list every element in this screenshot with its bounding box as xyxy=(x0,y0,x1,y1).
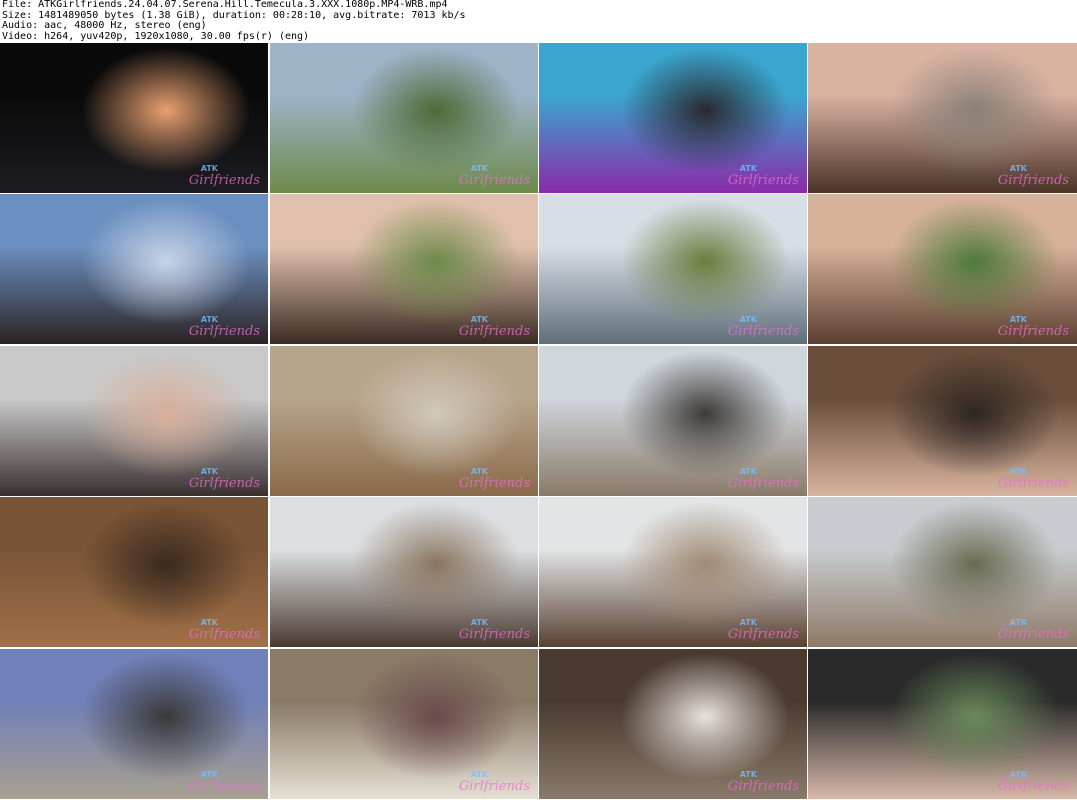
atk-girlfriends-watermark: ATK Girlfriends xyxy=(728,617,799,641)
atk-girlfriends-watermark: ATK Girlfriends xyxy=(189,769,260,793)
watermark-script: Girlfriends xyxy=(458,173,530,188)
thumbnail-woman-closeup-valley: ATK Girlfriends xyxy=(808,43,1077,193)
atk-girlfriends-watermark: ATK Girlfriends xyxy=(189,314,260,338)
thumbnail-donkeys-in-pen: ATK Girlfriends xyxy=(808,497,1077,647)
atk-girlfriends-watermark: ATK Girlfriends xyxy=(189,466,260,490)
watermark-script: Girlfriends xyxy=(727,476,799,491)
atk-girlfriends-watermark: ATK Girlfriends xyxy=(998,769,1069,793)
watermark-script: Girlfriends xyxy=(188,324,260,339)
thumbnail-woman-in-car: ATK Girlfriends xyxy=(0,346,268,496)
atk-girlfriends-watermark: ATK Girlfriends xyxy=(459,314,530,338)
thumbnail-blurred-green-field: ATK Girlfriends xyxy=(270,43,538,193)
watermark-script: Girlfriends xyxy=(188,476,260,491)
watermark-script: Girlfriends xyxy=(458,779,530,794)
watermark-script: Girlfriends xyxy=(727,779,799,794)
watermark-script: Girlfriends xyxy=(997,324,1069,339)
atk-girlfriends-watermark: ATK Girlfriends xyxy=(189,163,260,187)
thumbnail-woman-palm-tree: ATK Girlfriends xyxy=(808,194,1077,344)
atk-girlfriends-watermark: ATK Girlfriends xyxy=(459,769,530,793)
atk-girlfriends-watermark: ATK Girlfriends xyxy=(998,314,1069,338)
thumbnail-woman-bookshelf-room: ATK Girlfriends xyxy=(808,346,1077,496)
watermark-script: Girlfriends xyxy=(458,324,530,339)
atk-girlfriends-watermark: ATK Girlfriends xyxy=(998,466,1069,490)
thumbnail-legs-on-bench: ATK Girlfriends xyxy=(539,649,807,799)
atk-girlfriends-watermark: ATK Girlfriends xyxy=(189,617,260,641)
watermark-script: Girlfriends xyxy=(458,476,530,491)
thumbnail-camera-in-balloon-basket: ATK Girlfriends xyxy=(0,194,268,344)
watermark-script: Girlfriends xyxy=(997,173,1069,188)
watermark-script: Girlfriends xyxy=(188,173,260,188)
atk-girlfriends-watermark: ATK Girlfriends xyxy=(459,617,530,641)
thumbnail-woman-profile-fence: ATK Girlfriends xyxy=(539,497,807,647)
atk-girlfriends-watermark: ATK Girlfriends xyxy=(728,769,799,793)
atk-girlfriends-watermark: ATK Girlfriends xyxy=(459,466,530,490)
file-info-header: File: ATKGirlfriends.24.04.07.Serena.Hil… xyxy=(2,0,1075,42)
watermark-script: Girlfriends xyxy=(727,627,799,642)
thumbnail-night-car-dashboard: ATK Girlfriends xyxy=(0,43,268,193)
thumbnail-wooden-signs: ATK Girlfriends xyxy=(0,497,268,647)
watermark-script: Girlfriends xyxy=(997,627,1069,642)
atk-girlfriends-watermark: ATK Girlfriends xyxy=(998,163,1069,187)
thumbnail-horse-in-corral: ATK Girlfriends xyxy=(539,346,807,496)
video-info-line: Video: h264, yuv420p, 1920x1080, 30.00 f… xyxy=(2,30,310,42)
watermark-script: Girlfriends xyxy=(458,627,530,642)
watermark-script: Girlfriends xyxy=(997,779,1069,794)
thumbnail-woman-car-window: ATK Girlfriends xyxy=(808,649,1077,799)
thumbnail-llamas-behind-fence: ATK Girlfriends xyxy=(270,346,538,496)
atk-girlfriends-watermark: ATK Girlfriends xyxy=(459,163,530,187)
audio-info-line: Audio: aac, 48000 Hz, stereo (eng) xyxy=(2,20,207,31)
file-name-line: File: ATKGirlfriends.24.04.07.Serena.Hil… xyxy=(2,0,448,10)
thumbnail-blue-wire-cage: ATK Girlfriends xyxy=(0,649,268,799)
thumbnail-grid: ATK Girlfriends ATK Girlfriends ATK Girlfrien… xyxy=(0,43,1077,800)
watermark-script: Girlfriends xyxy=(188,627,260,642)
thumbnail-balloon-sky-valley: ATK Girlfriends xyxy=(539,194,807,344)
watermark-script: Girlfriends xyxy=(727,173,799,188)
atk-girlfriends-watermark: ATK Girlfriends xyxy=(728,163,799,187)
watermark-script: Girlfriends xyxy=(727,324,799,339)
thumbnail-woman-at-fence: ATK Girlfriends xyxy=(270,497,538,647)
thumbnail-dirt-ground-sweater: ATK Girlfriends xyxy=(270,649,538,799)
thumbnail-hot-air-balloon-burner: ATK Girlfriends xyxy=(539,43,807,193)
atk-girlfriends-watermark: ATK Girlfriends xyxy=(998,617,1069,641)
watermark-script: Girlfriends xyxy=(997,476,1069,491)
watermark-script: Girlfriends xyxy=(188,779,260,794)
thumbnail-woman-profile-balloon: ATK Girlfriends xyxy=(270,194,538,344)
atk-girlfriends-watermark: ATK Girlfriends xyxy=(728,466,799,490)
atk-girlfriends-watermark: ATK Girlfriends xyxy=(728,314,799,338)
